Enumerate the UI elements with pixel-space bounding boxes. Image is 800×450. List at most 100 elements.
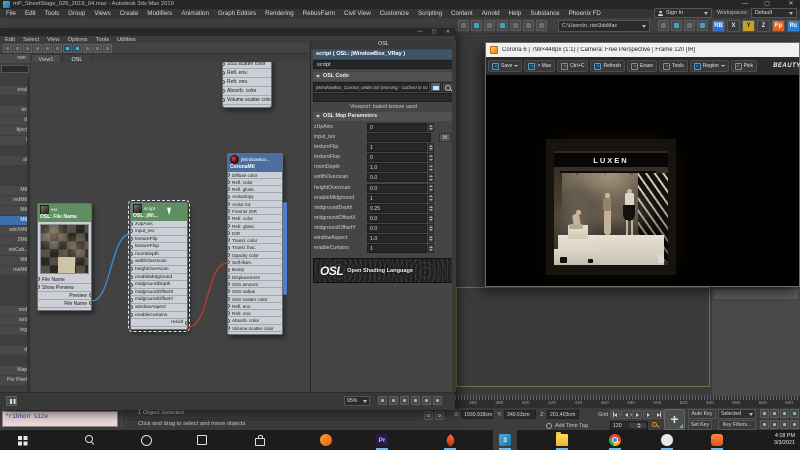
delete-icon[interactable] xyxy=(33,44,42,53)
add-time-tag[interactable]: Add Time Tag xyxy=(546,423,588,429)
spinner[interactable] xyxy=(428,234,434,243)
node-output-slot[interactable]: Preview xyxy=(38,292,91,300)
show-shaded-material-icon[interactable] xyxy=(63,44,72,53)
spinner[interactable] xyxy=(428,153,434,162)
node-input-slot[interactable]: Absorb. color xyxy=(223,87,271,96)
node-input-slot[interactable]: windowAspect xyxy=(131,304,187,312)
osl-map-parameters-rollout[interactable]: OSL Map Parameters xyxy=(313,112,454,121)
node-input-slot[interactable]: heightOverscan xyxy=(131,266,187,274)
browser-item[interactable] xyxy=(0,276,30,285)
browser-item[interactable] xyxy=(0,176,30,185)
rebusfarm-button[interactable]: RB xyxy=(712,20,725,32)
node-input-slot[interactable]: IOR xyxy=(228,230,282,237)
maximize-viewport-icon[interactable] xyxy=(790,420,799,429)
spinner[interactable] xyxy=(428,123,434,132)
param-value-field[interactable]: 1 xyxy=(367,244,427,253)
node-input-slot[interactable]: Diffuse color xyxy=(228,172,282,179)
previous-frame-button[interactable] xyxy=(621,410,631,419)
slate-menu-item[interactable]: Tools xyxy=(96,37,110,43)
spinner[interactable] xyxy=(428,184,434,193)
node-input-slot[interactable]: enableMidground xyxy=(131,274,187,282)
browser-item[interactable]: ood xyxy=(0,306,30,315)
render-icon[interactable] xyxy=(684,20,695,31)
spinner[interactable] xyxy=(428,204,434,213)
menu-item[interactable]: Graph Editors xyxy=(218,10,256,17)
browser-item[interactable] xyxy=(0,336,30,345)
browser-item[interactable]: ler xyxy=(0,106,30,115)
param-value-field[interactable]: 1 xyxy=(367,143,427,152)
node-input-slot[interactable]: Volume scatter color xyxy=(223,96,271,105)
material-name-field[interactable]: script xyxy=(313,60,454,69)
explorer-app-icon[interactable] xyxy=(550,430,574,450)
timeline-trackbar[interactable]: 360380400420440460480500520540560580600 xyxy=(455,395,800,407)
slate-minimize-button[interactable]: — xyxy=(414,28,426,36)
node-input-slot[interactable]: midgroundOffsetY xyxy=(131,296,187,304)
vfb-refresh-button[interactable]: Refresh xyxy=(590,60,625,72)
menu-item[interactable]: Tools xyxy=(45,10,59,17)
node-input-slot[interactable]: Fresnel IOR xyxy=(228,208,282,215)
auto-key-button[interactable]: Auto Key xyxy=(688,409,716,419)
menu-item[interactable]: Create xyxy=(120,10,139,17)
node-input-slot[interactable]: input_tex xyxy=(131,228,187,236)
vfb-erase-button[interactable]: Erase xyxy=(627,60,657,72)
browser-item[interactable] xyxy=(0,356,30,365)
param-value-field[interactable]: 1.0 xyxy=(367,163,427,172)
param-value-field[interactable]: 0.0 xyxy=(367,214,427,223)
node-input-slot[interactable]: Refr. gloss. xyxy=(228,223,282,230)
browser-item[interactable]: d xyxy=(0,116,30,125)
node-input-slot[interactable]: Self-illum. xyxy=(228,259,282,266)
browser-item[interactable]: owCab.. xyxy=(0,246,30,255)
coordinate-field[interactable]: Z:201.403cm xyxy=(540,410,579,419)
show-realistic-material-icon[interactable] xyxy=(73,44,82,53)
go-to-start-button[interactable] xyxy=(610,410,620,419)
y-button[interactable]: Y xyxy=(742,20,755,32)
menu-item[interactable]: Group xyxy=(68,10,85,17)
slate-menu-item[interactable]: Edit xyxy=(5,37,15,43)
node-input-slot[interactable]: SSS scatter color xyxy=(228,296,282,303)
node-input-slot[interactable]: textureFlop xyxy=(131,243,187,251)
z-button[interactable]: Z xyxy=(757,20,770,32)
project-path-dropdown[interactable]: C:\Users\n..nts\3dsMax xyxy=(558,20,650,32)
param-value-field[interactable] xyxy=(367,133,431,142)
zoom-extents-selected-icon[interactable] xyxy=(422,396,431,405)
spinner[interactable] xyxy=(428,194,434,203)
coordinate-field[interactable]: Y:349.63cm xyxy=(497,410,536,419)
phoenix-fd-button[interactable]: Fp xyxy=(772,20,785,32)
menu-item[interactable]: Arnold xyxy=(482,10,500,17)
spinner[interactable] xyxy=(428,143,434,152)
rc-button[interactable]: Rc xyxy=(787,20,800,32)
node-header[interactable]: script OSL: jWi... xyxy=(131,203,187,221)
menu-item[interactable]: Substance xyxy=(530,10,559,17)
browser-item[interactable]: 2Mtl xyxy=(0,236,30,245)
browser-item[interactable]: Mtl xyxy=(0,186,30,195)
minimize-button[interactable]: — xyxy=(738,0,752,9)
node-output-slot[interactable]: result xyxy=(131,319,187,327)
slate-menu-item[interactable]: Select xyxy=(23,37,39,43)
material-browser-header[interactable]: rser xyxy=(0,54,30,63)
orbit-icon[interactable] xyxy=(780,420,789,429)
menu-item[interactable]: Help xyxy=(509,10,522,17)
vfb-copy-button[interactable]: Ctrl+C xyxy=(557,60,588,72)
x-button[interactable]: X xyxy=(727,20,740,32)
browser-item[interactable] xyxy=(0,166,30,175)
render-setup-icon[interactable] xyxy=(658,20,669,31)
zoom-tool-icon[interactable] xyxy=(389,396,398,405)
zoom-extents-icon[interactable] xyxy=(780,409,789,418)
search-icon[interactable] xyxy=(78,430,102,450)
node-input-slot[interactable]: SSS scatter color xyxy=(223,62,271,69)
3dsmax-app-icon[interactable]: 3 xyxy=(493,430,517,450)
node-input-slot[interactable]: textureFlip xyxy=(131,236,187,244)
node-input-slot[interactable]: Aniso rot. xyxy=(228,201,282,208)
node-input-slot[interactable]: Displacement xyxy=(228,274,282,281)
node-view-scrollbar[interactable] xyxy=(283,202,287,295)
menu-item[interactable]: File xyxy=(6,10,16,17)
spinner[interactable] xyxy=(428,163,434,172)
chrome-app-icon[interactable] xyxy=(603,430,627,450)
start-button[interactable] xyxy=(10,430,34,450)
node-input-slot[interactable]: midgroundOffsetX xyxy=(131,289,187,297)
node-input-slot[interactable]: Refl. gloss. xyxy=(228,186,282,193)
notes-app-icon[interactable] xyxy=(655,430,679,450)
node-input-slot[interactable]: zUpAxis xyxy=(131,221,187,229)
node-input-slot[interactable]: Refr. env. xyxy=(223,78,271,87)
param-value-field[interactable]: 0.25 xyxy=(367,204,427,213)
